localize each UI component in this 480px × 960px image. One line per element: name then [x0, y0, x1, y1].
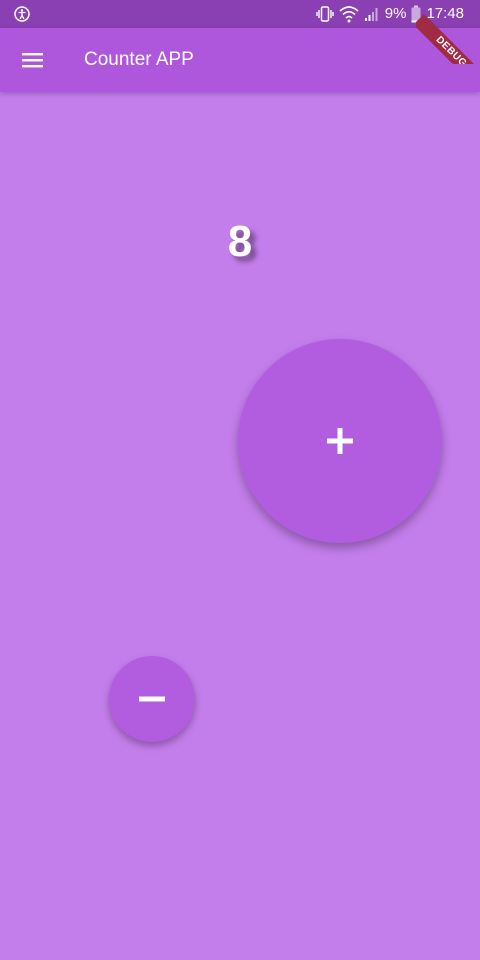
battery-icon: [411, 5, 421, 23]
wifi-icon: [339, 5, 359, 23]
increment-button[interactable]: [238, 339, 442, 543]
counter-value: 8: [227, 217, 253, 266]
signal-icon: [364, 6, 380, 22]
battery-percent: 9%: [384, 5, 407, 22]
minus-icon: [139, 696, 165, 702]
status-bar: 9% 17:48: [0, 0, 480, 28]
decrement-button[interactable]: [109, 656, 195, 742]
status-time: 17:48: [426, 5, 464, 22]
page-title: Counter APP: [84, 49, 194, 70]
plus-icon: [327, 428, 353, 454]
accessibility-icon: [14, 6, 30, 22]
menu-icon: [22, 53, 43, 68]
vibrate-icon: [316, 5, 334, 23]
menu-button[interactable]: [12, 40, 52, 80]
status-icons: 9% 17:48: [316, 4, 464, 24]
app-bar: Counter APP: [0, 28, 480, 92]
